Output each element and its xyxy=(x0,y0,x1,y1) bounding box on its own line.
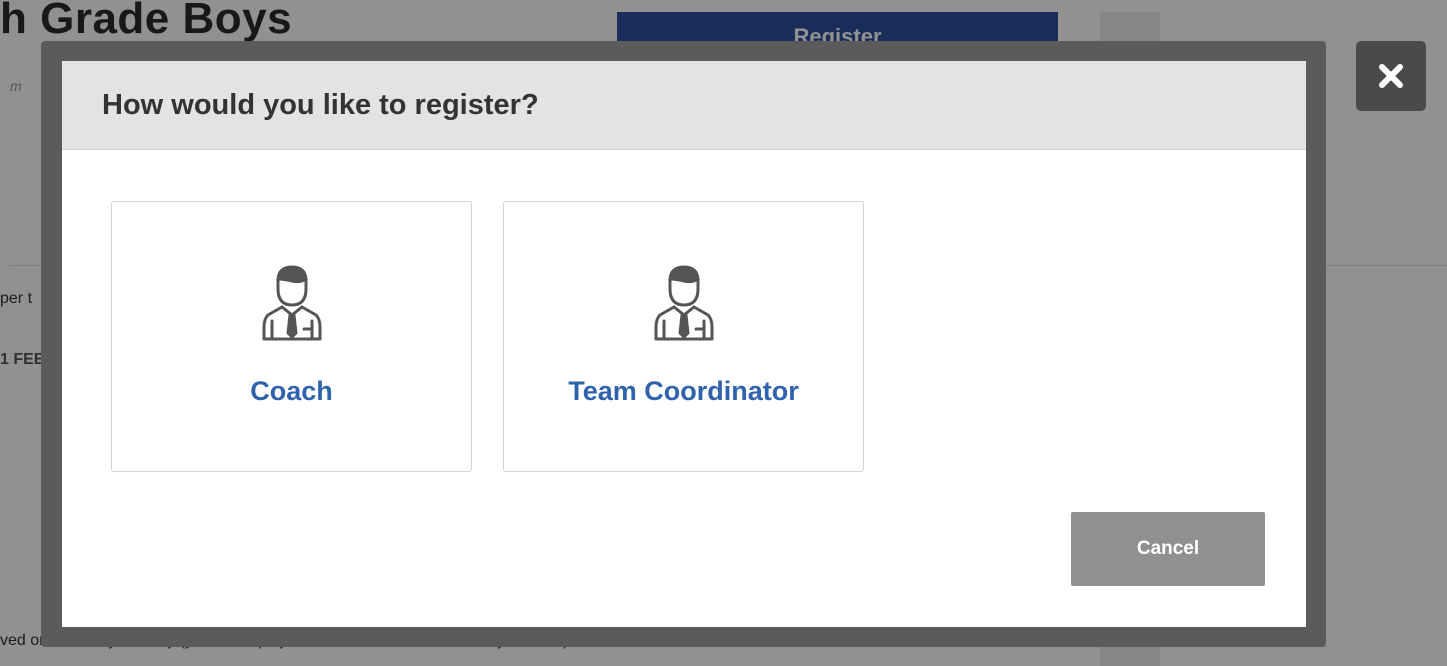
register-dialog: How would you like to register? Coach Te… xyxy=(62,61,1306,627)
coach-option[interactable]: Coach xyxy=(111,201,472,472)
coach-label: Coach xyxy=(250,376,333,406)
user-icon xyxy=(262,265,321,341)
dialog-title: How would you like to register? xyxy=(102,88,539,121)
close-icon xyxy=(1379,64,1403,88)
dialog-header: How would you like to register? xyxy=(62,61,1306,150)
user-icon xyxy=(654,265,713,341)
team-coordinator-option[interactable]: Team Coordinator xyxy=(503,201,864,472)
team-coordinator-label: Team Coordinator xyxy=(568,376,799,406)
close-button[interactable] xyxy=(1356,41,1426,111)
cancel-button[interactable]: Cancel xyxy=(1071,512,1265,586)
